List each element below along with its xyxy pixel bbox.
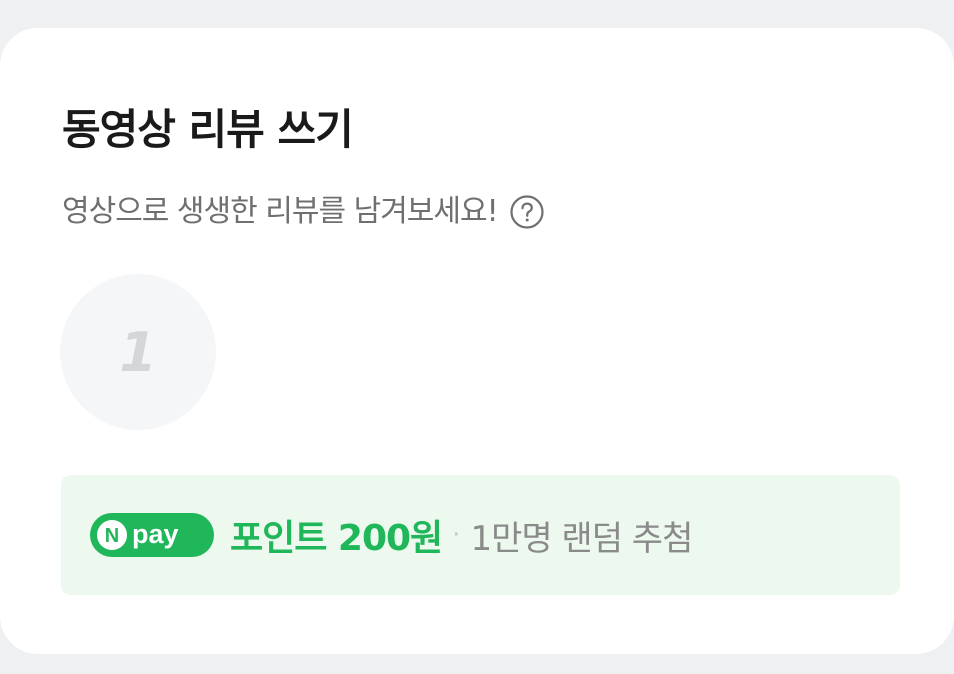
subtitle-row: 영상으로 생생한 리뷰를 남겨보세요! — [62, 190, 544, 234]
reward-separator: · — [452, 520, 461, 550]
video-upload-slot[interactable]: 1 — [60, 274, 216, 430]
reward-amount: 포인트 200원 — [230, 518, 443, 559]
reward-description: 1만명 랜덤 추첨 — [470, 518, 693, 559]
npay-logo-n: N — [105, 525, 119, 547]
subtitle: 영상으로 생생한 리뷰를 남겨보세요! — [62, 194, 499, 229]
video-review-card: 동영상 리뷰 쓰기 영상으로 생생한 리뷰를 남겨보세요! 1 N pay 포인… — [0, 28, 954, 654]
page-title: 동영상 리뷰 쓰기 — [62, 105, 354, 154]
reward-banner: N pay 포인트 200원 · 1만명 랜덤 추첨 — [61, 475, 900, 595]
npay-logo: N pay — [90, 513, 214, 557]
question-circle-icon[interactable] — [510, 195, 544, 229]
npay-logo-text: pay — [132, 519, 179, 549]
slot-number: 1 — [119, 320, 157, 384]
